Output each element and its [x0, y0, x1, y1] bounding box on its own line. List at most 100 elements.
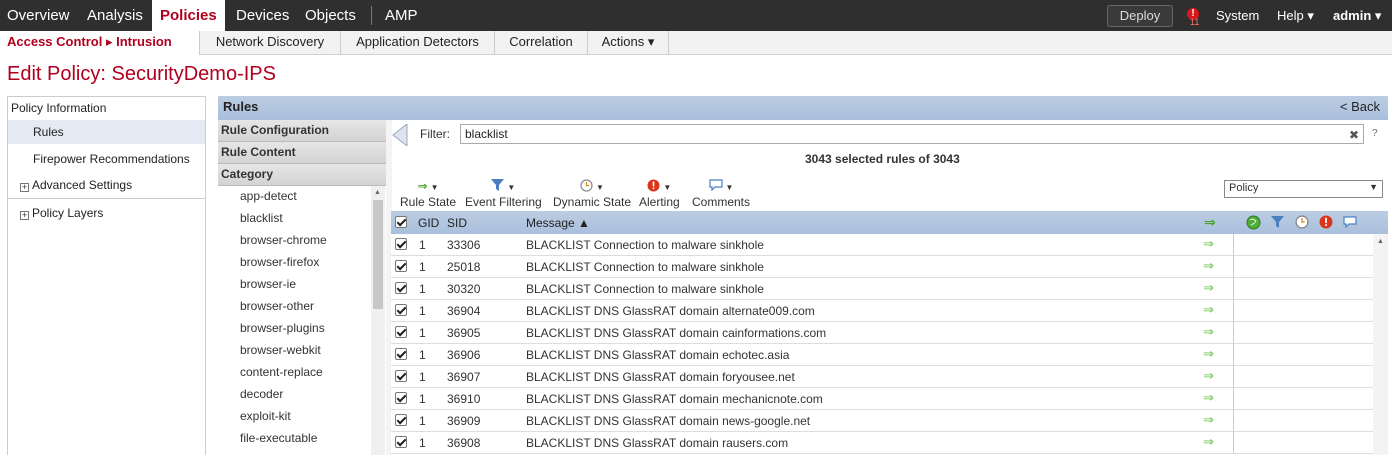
rule-state-icon[interactable]: ⇒	[1203, 236, 1214, 252]
nav-policies[interactable]: Policies	[152, 0, 225, 31]
category-item[interactable]: browser-ie	[240, 277, 296, 291]
collapse-panel-icon[interactable]	[391, 124, 408, 146]
clear-filter-icon[interactable]: ✖	[1349, 128, 1359, 142]
rule-state-icon[interactable]: ⇒	[1203, 412, 1214, 428]
rule-state-column-icon[interactable]: ⇒	[1204, 214, 1216, 231]
filter-help-icon[interactable]: ?	[1372, 128, 1378, 139]
rule-state-icon[interactable]: ⇒	[1203, 368, 1214, 384]
table-row[interactable]: 1 36904 BLACKLIST DNS GlassRAT domain al…	[391, 300, 1373, 322]
chevron-down-icon: ▼	[725, 183, 734, 192]
row-checkbox[interactable]	[395, 370, 407, 382]
table-row[interactable]: 1 36908 BLACKLIST DNS GlassRAT domain ra…	[391, 432, 1373, 454]
category-item[interactable]: browser-plugins	[240, 321, 325, 335]
sidebar-item-policy-layers[interactable]: + Policy Layers	[8, 206, 205, 220]
comment-icon[interactable]	[1343, 216, 1357, 228]
nav-devices[interactable]: Devices	[236, 0, 289, 31]
page-title: Edit Policy: SecurityDemo-IPS	[7, 63, 276, 85]
sidebar-item-rules[interactable]: Rules	[8, 120, 205, 144]
category-scrollbar[interactable]: ▲	[371, 186, 385, 455]
rule-state-button[interactable]: ⇒ ▼ Rule State	[400, 178, 456, 209]
row-checkbox[interactable]	[395, 436, 407, 448]
category-item[interactable]: app-detect	[240, 189, 297, 203]
table-row[interactable]: 1 25018 BLACKLIST Connection to malware …	[391, 256, 1373, 278]
column-gid[interactable]: GID	[418, 216, 439, 230]
row-sid: 25018	[447, 260, 481, 274]
breadcrumb-access-control-intrusion[interactable]: Access Control ▸ Intrusion	[0, 31, 199, 55]
nav-objects[interactable]: Objects	[305, 0, 356, 31]
category-item[interactable]: decoder	[240, 387, 283, 401]
category-item[interactable]: blacklist	[240, 211, 283, 225]
category-item[interactable]: browser-firefox	[240, 255, 319, 269]
expand-icon[interactable]: +	[20, 211, 29, 220]
comments-button[interactable]: ▼ Comments	[692, 178, 750, 209]
rule-content-section[interactable]: Rule Content	[218, 142, 386, 164]
nav-system[interactable]: System	[1216, 0, 1259, 31]
category-item[interactable]: browser-chrome	[240, 233, 327, 247]
table-row[interactable]: 1 36907 BLACKLIST DNS GlassRAT domain fo…	[391, 366, 1373, 388]
dynamic-state-button[interactable]: ▼ Dynamic State	[553, 178, 631, 209]
scroll-thumb[interactable]	[373, 200, 383, 309]
column-sid[interactable]: SID	[447, 216, 467, 230]
alerting-button[interactable]: ▼ Alerting	[639, 178, 680, 209]
rule-configuration-section[interactable]: Rule Configuration	[218, 120, 386, 142]
event-filtering-button[interactable]: ▼ Event Filtering	[465, 178, 542, 209]
select-all-checkbox[interactable]	[395, 216, 407, 228]
row-gid: 1	[419, 304, 426, 318]
filter-icon[interactable]	[1271, 216, 1284, 228]
row-checkbox[interactable]	[395, 392, 407, 404]
row-checkbox[interactable]	[395, 260, 407, 272]
row-checkbox[interactable]	[395, 282, 407, 294]
row-checkbox[interactable]	[395, 326, 407, 338]
scroll-up-icon[interactable]: ▲	[1377, 238, 1384, 245]
category-section[interactable]: Category	[218, 164, 386, 186]
globe-icon[interactable]	[1246, 215, 1261, 230]
rule-state-icon[interactable]: ⇒	[1203, 302, 1214, 318]
table-row[interactable]: 1 36910 BLACKLIST DNS GlassRAT domain me…	[391, 388, 1373, 410]
table-row[interactable]: 1 36906 BLACKLIST DNS GlassRAT domain ec…	[391, 344, 1373, 366]
rule-state-icon[interactable]: ⇒	[1203, 324, 1214, 340]
category-item[interactable]: file-executable	[240, 431, 317, 445]
nav-overview[interactable]: Overview	[7, 0, 70, 31]
user-menu[interactable]: admin ▾	[1333, 0, 1381, 31]
policy-select[interactable]: Policy ▼	[1224, 180, 1383, 198]
nav-amp[interactable]: AMP	[385, 0, 418, 31]
tab-actions[interactable]: Actions ▾	[587, 31, 669, 55]
category-item[interactable]: exploit-kit	[240, 409, 291, 423]
row-checkbox[interactable]	[395, 304, 407, 316]
column-message[interactable]: Message ▲	[526, 216, 590, 230]
tab-correlation[interactable]: Correlation	[494, 31, 587, 55]
nav-analysis[interactable]: Analysis	[87, 0, 143, 31]
clock-icon[interactable]	[1295, 215, 1309, 229]
sidebar-item-firepower-recommendations[interactable]: Firepower Recommendations	[8, 152, 205, 166]
deploy-button[interactable]: Deploy	[1107, 5, 1173, 27]
rule-state-label: Rule State	[400, 195, 457, 209]
alert-icon[interactable]	[1319, 215, 1333, 229]
row-checkbox[interactable]	[395, 414, 407, 426]
table-scrollbar[interactable]: ▲	[1373, 234, 1388, 455]
rule-state-icon[interactable]: ⇒	[1203, 258, 1214, 274]
table-row[interactable]: 1 36909 BLACKLIST DNS GlassRAT domain ne…	[391, 410, 1373, 432]
rule-state-icon[interactable]: ⇒	[1203, 390, 1214, 406]
table-row[interactable]: 1 30320 BLACKLIST Connection to malware …	[391, 278, 1373, 300]
back-link[interactable]: < Back	[1340, 99, 1380, 114]
table-row[interactable]: 1 36905 BLACKLIST DNS GlassRAT domain ca…	[391, 322, 1373, 344]
scroll-up-icon[interactable]: ▲	[374, 189, 381, 196]
rule-state-icon[interactable]: ⇒	[1203, 346, 1214, 362]
category-item[interactable]: browser-webkit	[240, 343, 321, 357]
row-checkbox[interactable]	[395, 238, 407, 250]
tab-application-detectors[interactable]: Application Detectors	[340, 31, 494, 55]
row-message: BLACKLIST DNS GlassRAT domain foryousee.…	[526, 370, 795, 384]
category-item[interactable]: browser-other	[240, 299, 314, 313]
category-item[interactable]: content-replace	[240, 365, 323, 379]
expand-icon[interactable]: +	[20, 183, 29, 192]
filter-input[interactable]	[460, 124, 1364, 144]
row-checkbox[interactable]	[395, 348, 407, 360]
table-row[interactable]: 1 33306 BLACKLIST Connection to malware …	[391, 234, 1373, 256]
sidebar-item-policy-information[interactable]: Policy Information	[8, 101, 205, 115]
sidebar-item-advanced-settings[interactable]: + Advanced Settings	[8, 178, 205, 192]
tab-network-discovery[interactable]: Network Discovery	[199, 31, 340, 55]
rule-state-icon[interactable]: ⇒	[1203, 434, 1214, 450]
rule-state-icon[interactable]: ⇒	[1203, 280, 1214, 296]
nav-help[interactable]: Help ▾	[1277, 0, 1314, 31]
top-nav: Overview Analysis Policies Devices Objec…	[0, 0, 1392, 31]
